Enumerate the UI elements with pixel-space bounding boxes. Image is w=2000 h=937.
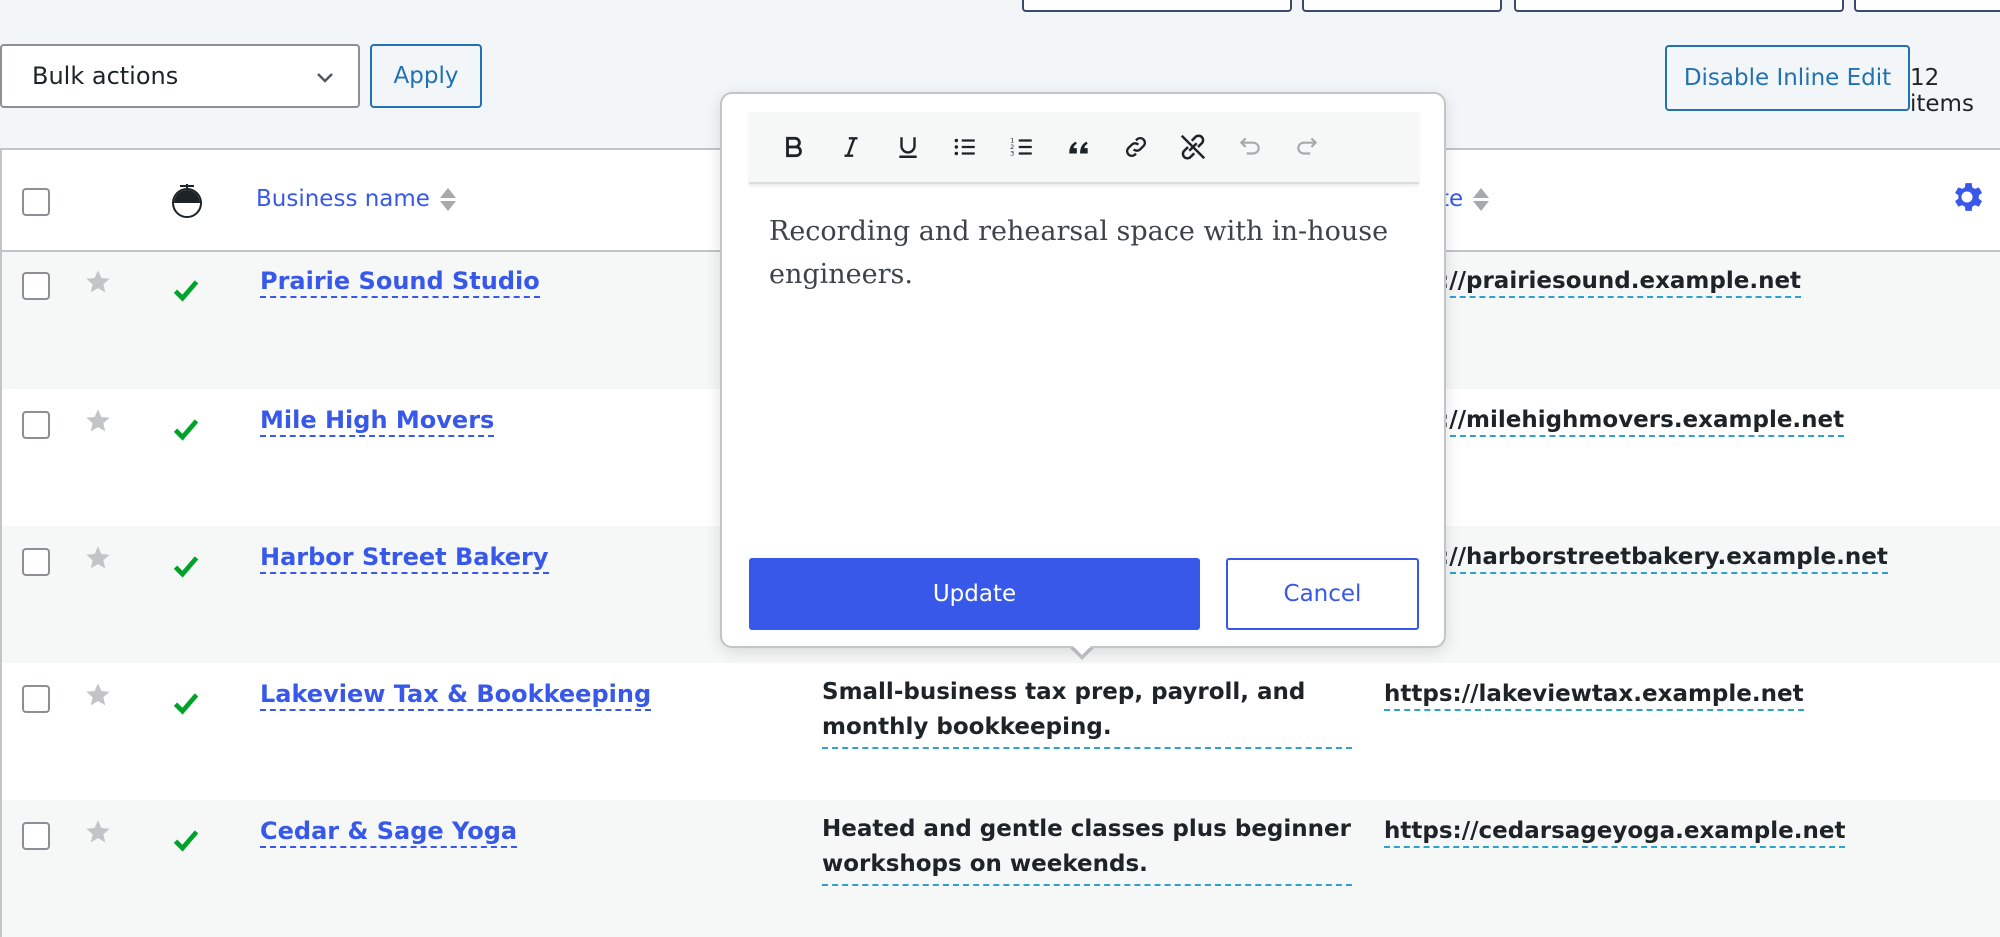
business-name-column-header[interactable]: Business name <box>256 186 456 212</box>
undo-icon[interactable] <box>1221 122 1278 172</box>
editor-content-area[interactable]: Recording and rehearsal space with in-ho… <box>749 184 1419 484</box>
redo-icon[interactable] <box>1278 122 1335 172</box>
website-link[interactable]: ://milehighmovers.example.net <box>1440 405 1845 437</box>
cancel-button[interactable]: Cancel <box>1226 558 1419 630</box>
sort-icon <box>439 187 456 211</box>
bulk-actions-label: Bulk actions <box>32 62 179 90</box>
bulk-actions-select[interactable]: Bulk actions <box>0 44 360 108</box>
row-checkbox[interactable] <box>22 685 50 713</box>
check-icon <box>173 556 199 578</box>
inline-editor-popup: 123 Recording and rehearsal space with i… <box>720 92 1446 648</box>
check-icon <box>173 419 199 441</box>
check-icon <box>173 280 199 302</box>
website-column-header[interactable]: te <box>1440 186 1490 212</box>
editor-toolbar: 123 <box>749 112 1419 184</box>
website-link[interactable]: ://harborstreetbakery.example.net <box>1440 542 1888 574</box>
update-button[interactable]: Update <box>749 558 1200 630</box>
description-text[interactable]: Heated and gentle classes plus beginner … <box>822 812 1352 886</box>
blockquote-icon[interactable] <box>1050 122 1107 172</box>
business-name-link[interactable]: Cedar & Sage Yoga <box>260 816 518 848</box>
top-filter-control-2[interactable] <box>1302 0 1502 12</box>
apply-button[interactable]: Apply <box>370 44 482 108</box>
row-checkbox[interactable] <box>22 822 50 850</box>
items-count: 12 items <box>1910 65 1974 117</box>
bold-icon[interactable] <box>765 122 822 172</box>
numbered-list-icon[interactable]: 123 <box>993 122 1050 172</box>
check-icon <box>173 830 199 852</box>
business-name-link[interactable]: Lakeview Tax & Bookkeeping <box>260 679 652 711</box>
top-filter-control-4[interactable] <box>1854 0 2000 12</box>
disable-inline-edit-button[interactable]: Disable Inline Edit <box>1665 45 1910 111</box>
table-row: Lakeview Tax & Bookkeeping Small-busines… <box>2 663 2000 800</box>
row-checkbox[interactable] <box>22 548 50 576</box>
check-icon <box>173 693 199 715</box>
link-icon[interactable] <box>1107 122 1164 172</box>
website-link[interactable]: https://cedarsageyoga.example.net <box>1384 816 1846 848</box>
popup-pointer-fill <box>1070 643 1094 655</box>
row-checkbox[interactable] <box>22 411 50 439</box>
star-icon[interactable] <box>84 407 112 435</box>
top-filter-control-1[interactable] <box>1022 0 1292 12</box>
unlink-icon[interactable] <box>1164 122 1221 172</box>
chevron-down-icon <box>317 73 333 83</box>
business-name-link[interactable]: Harbor Street Bakery <box>260 542 549 574</box>
select-all-checkbox[interactable] <box>22 188 50 216</box>
underline-icon[interactable] <box>879 122 936 172</box>
row-checkbox[interactable] <box>22 272 50 300</box>
italic-icon[interactable] <box>822 122 879 172</box>
svg-text:3: 3 <box>1010 150 1014 158</box>
table-row: Cedar & Sage Yoga Heated and gentle clas… <box>2 800 2000 937</box>
star-icon[interactable] <box>84 268 112 296</box>
featured-column-icon <box>172 184 202 218</box>
website-link[interactable]: https://lakeviewtax.example.net <box>1384 679 1804 711</box>
website-link[interactable]: ://prairiesound.example.net <box>1440 266 1802 298</box>
business-name-link[interactable]: Mile High Movers <box>260 405 495 437</box>
star-icon[interactable] <box>84 818 112 846</box>
business-name-link[interactable]: Prairie Sound Studio <box>260 266 540 298</box>
sort-icon <box>1473 187 1490 211</box>
top-filter-control-3[interactable] <box>1514 0 1844 12</box>
gear-icon[interactable] <box>1948 178 1986 216</box>
description-text[interactable]: Small-business tax prep, payroll, and mo… <box>822 675 1352 749</box>
bullet-list-icon[interactable] <box>936 122 993 172</box>
business-name-header-label: Business name <box>256 186 430 212</box>
star-icon[interactable] <box>84 544 112 572</box>
star-icon[interactable] <box>84 681 112 709</box>
